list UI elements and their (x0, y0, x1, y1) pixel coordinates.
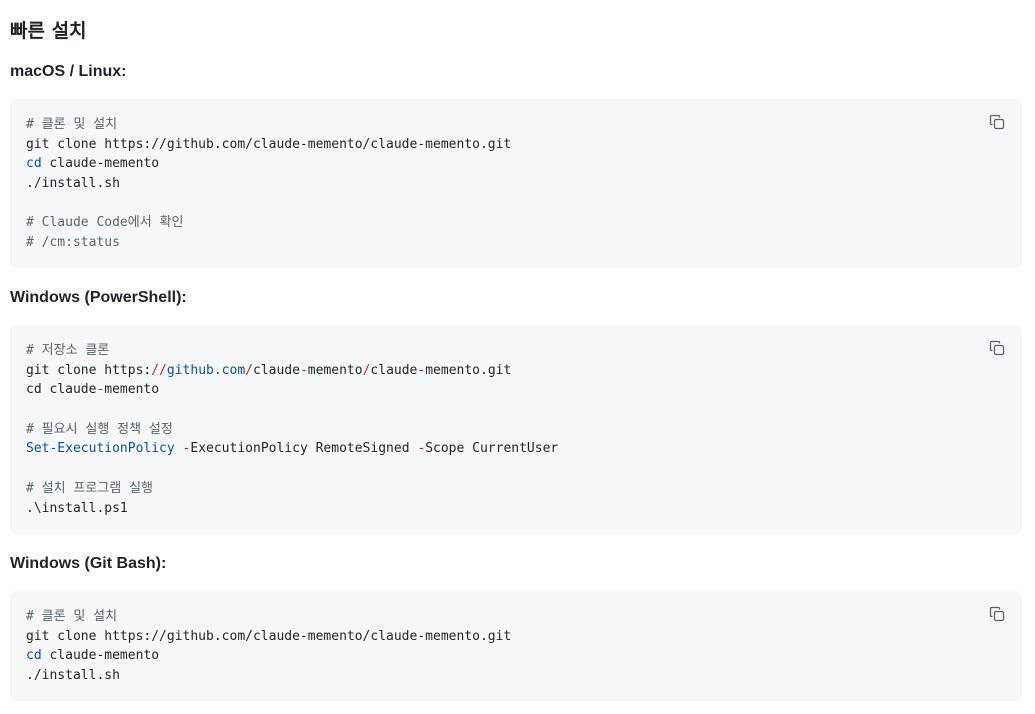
code-line: cd claude-memento (26, 646, 1006, 666)
code-token: claude-memento (41, 156, 160, 172)
code-token-comment: # 필요시 실행 정책 설정 (26, 421, 173, 437)
copy-icon (989, 114, 1005, 130)
code-token: git clone https: (26, 362, 152, 378)
code-token-op: // (151, 362, 167, 378)
code-token: memento (104, 382, 160, 398)
code-line: Set-ExecutionPolicy -ExecutionPolicy Rem… (26, 439, 1006, 459)
code-token-op: / (245, 362, 253, 378)
code-token-cmd: cd (26, 648, 42, 664)
code-token: ExecutionPolicy RemoteSigned (190, 441, 418, 457)
code-token-comment: # 클론 및 설치 (26, 609, 118, 624)
code-line: cd claude-memento (26, 380, 1006, 400)
copy-button[interactable] (986, 111, 1008, 133)
code-line: ./install.sh (26, 666, 1006, 686)
code-token: .\install.ps1 (26, 500, 128, 516)
code-line: ./install.sh (26, 174, 1006, 194)
code-line: ​ (26, 459, 1006, 479)
code-token: memento.git (425, 362, 512, 378)
code-line: # 필요시 실행 정책 설정 (26, 420, 1006, 440)
code-token: git clone https://github.com/claude-meme… (26, 628, 512, 644)
code-token: git clone https://github.com/claude-meme… (26, 136, 512, 152)
code-token-op: - (299, 362, 308, 378)
code-token-comment: # Claude Code에서 확인 (26, 215, 184, 231)
code-line: # /cm:status (26, 233, 1006, 253)
copy-icon (989, 606, 1005, 622)
subheading-macos-linux: macOS / Linux: (10, 63, 127, 80)
subheading-windows-powershell: Windows (PowerShell): (10, 289, 187, 306)
subheading-windows-git-bash: Windows (Git Bash): (10, 555, 167, 572)
code-line: .\install.ps1 (26, 499, 1006, 519)
code-token-cmd: Set-ExecutionPolicy (26, 441, 175, 457)
code-token: claude (370, 362, 418, 378)
code-token: claude-memento (41, 648, 160, 664)
code-line: # 저장소 클론 (26, 341, 1006, 361)
code-token: memento (307, 362, 363, 378)
code-block-windows-git-bash: # 클론 및 설치 git clone https://github.com/cl… (10, 591, 1022, 701)
code-line: git clone https://github.com/claude-meme… (26, 135, 1006, 155)
code-line: ​ (26, 194, 1006, 214)
code-line: ​ (26, 400, 1006, 420)
code-line: # 클론 및 설치 (26, 115, 1006, 135)
code-token: cd claude (26, 382, 97, 398)
code-content[interactable]: # 클론 및 설치 git clone https://github.com/cl… (26, 115, 1006, 253)
code-block-macos-linux: # 클론 및 설치 git clone https://github.com/cl… (10, 99, 1022, 268)
code-token: ./install.sh (26, 668, 120, 684)
code-token: claude (253, 362, 300, 378)
code-token: Scope CurrentUser (425, 441, 559, 457)
code-line: cd claude-memento (26, 154, 1006, 174)
page-title: 빠른 설치 (10, 20, 87, 42)
code-block-windows-powershell: # 저장소 클론 git clone https://github.com/cla… (10, 325, 1022, 534)
code-line: # Claude Code에서 확인 (26, 213, 1006, 233)
copy-icon (989, 340, 1005, 356)
code-content[interactable]: # 클론 및 설치 git clone https://github.com/cl… (26, 607, 1006, 686)
code-line: git clone https://github.com/claude-meme… (26, 627, 1006, 647)
code-token: ./install.sh (26, 176, 120, 192)
code-token-op: - (417, 441, 426, 457)
code-line: # 설치 프로그램 실행 (26, 479, 1006, 499)
code-line: # 클론 및 설치 (26, 607, 1006, 627)
copy-button[interactable] (986, 337, 1008, 359)
code-token-comment: # 설치 프로그램 실행 (26, 480, 153, 496)
copy-button[interactable] (986, 603, 1008, 625)
code-line: git clone https://github.com/claude-meme… (26, 361, 1006, 381)
code-token-comment: # 클론 및 설치 (26, 117, 118, 132)
code-content[interactable]: # 저장소 클론 git clone https://github.com/cla… (26, 341, 1006, 518)
code-token-comment: # /cm:status (26, 235, 120, 251)
code-token-url: github.com (166, 362, 246, 378)
code-token-comment: # 저장소 클론 (26, 343, 110, 358)
code-token-cmd: cd (26, 156, 42, 172)
